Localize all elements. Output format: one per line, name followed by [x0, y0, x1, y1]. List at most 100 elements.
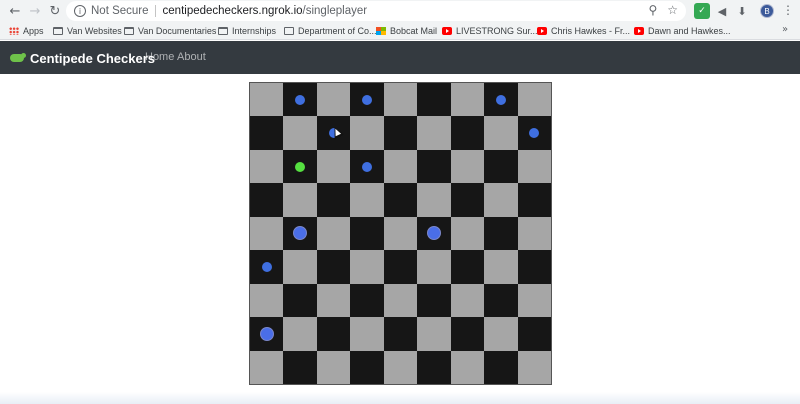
board-square[interactable] — [316, 116, 351, 150]
board-square[interactable] — [417, 116, 451, 150]
board-square[interactable] — [450, 183, 485, 217]
board-square[interactable] — [350, 250, 384, 284]
board-square[interactable] — [417, 216, 451, 251]
board-square[interactable] — [383, 216, 418, 251]
board-square[interactable] — [316, 216, 351, 251]
board-square[interactable] — [383, 116, 418, 150]
board-square[interactable] — [250, 350, 284, 384]
board-square[interactable] — [316, 250, 351, 284]
board-square[interactable] — [417, 183, 451, 217]
checker-piece[interactable] — [426, 226, 441, 241]
shield-extension-icon[interactable]: ✓ — [694, 3, 710, 19]
board-square[interactable] — [450, 216, 485, 251]
megaphone-extension-icon[interactable]: ◀ — [714, 3, 730, 19]
board-square[interactable] — [283, 183, 317, 217]
board-square[interactable] — [250, 83, 284, 117]
board-square[interactable] — [517, 350, 551, 384]
board-square[interactable] — [484, 216, 518, 251]
board-square[interactable] — [383, 183, 418, 217]
checker-piece[interactable] — [328, 128, 339, 139]
board-square[interactable] — [383, 149, 418, 184]
board-square[interactable] — [316, 183, 351, 217]
reload-icon[interactable]: ↻ — [46, 2, 64, 20]
board-square[interactable] — [450, 83, 485, 117]
board-square[interactable] — [283, 350, 317, 384]
forward-arrow-icon[interactable]: → — [26, 2, 44, 20]
bookmarks-overflow-icon[interactable]: » — [782, 24, 788, 35]
board-square[interactable] — [417, 250, 451, 284]
board-square[interactable] — [517, 250, 551, 284]
profile-avatar[interactable]: B — [760, 4, 774, 18]
board-square[interactable] — [450, 149, 485, 184]
board-square[interactable] — [383, 83, 418, 117]
checker-piece[interactable] — [362, 94, 373, 105]
board-square[interactable] — [316, 283, 351, 318]
board-square[interactable] — [383, 283, 418, 318]
board-square[interactable] — [484, 183, 518, 217]
menu-kebab-icon[interactable]: ⋮ — [782, 3, 794, 17]
address-bar[interactable]: i Not Secure centipedecheckers.ngrok.io … — [66, 1, 686, 21]
board-square[interactable] — [517, 83, 551, 117]
bookmark-item[interactable]: Van Websites — [53, 24, 122, 38]
board-square[interactable] — [250, 149, 284, 184]
checker-piece[interactable] — [295, 94, 306, 105]
board-square[interactable] — [484, 317, 518, 351]
board-square[interactable] — [517, 183, 551, 217]
nav-link-about[interactable]: About — [177, 51, 206, 63]
bookmark-item[interactable]: Bobcat Mail — [376, 24, 437, 38]
board-square[interactable] — [450, 283, 485, 318]
info-icon[interactable]: i — [74, 5, 86, 17]
brand-link[interactable]: Centipede Checkers — [10, 48, 155, 68]
checker-piece[interactable] — [529, 128, 540, 139]
board-square[interactable] — [450, 350, 485, 384]
nav-link-home[interactable]: Home — [145, 51, 174, 63]
board-square[interactable] — [250, 116, 284, 150]
board-square[interactable] — [417, 283, 451, 318]
board-square[interactable] — [417, 350, 451, 384]
board-square[interactable] — [417, 83, 451, 117]
board-square[interactable] — [350, 350, 384, 384]
bookmark-item[interactable]: Internships — [218, 24, 276, 38]
board-square[interactable] — [283, 317, 317, 351]
board-square[interactable] — [450, 317, 485, 351]
board-square[interactable] — [484, 250, 518, 284]
bookmark-item[interactable]: Dawn and Hawkes... — [634, 24, 731, 38]
back-arrow-icon[interactable]: ← — [6, 2, 24, 20]
board-square[interactable] — [250, 216, 284, 251]
board-square[interactable] — [316, 149, 351, 184]
board-square[interactable] — [350, 116, 384, 150]
board-square[interactable] — [283, 250, 317, 284]
board-square[interactable] — [417, 317, 451, 351]
board-square[interactable] — [383, 250, 418, 284]
board-square[interactable] — [484, 350, 518, 384]
board-square[interactable] — [350, 183, 384, 217]
board-square[interactable] — [350, 317, 384, 351]
checker-piece[interactable] — [293, 226, 308, 241]
bookmark-item[interactable]: LIVESTRONG Sur... — [442, 24, 538, 38]
board-square[interactable] — [283, 83, 317, 117]
board-square[interactable] — [250, 250, 284, 284]
board-square[interactable] — [316, 350, 351, 384]
board-square[interactable] — [517, 283, 551, 318]
board-square[interactable] — [517, 216, 551, 251]
board-square[interactable] — [250, 317, 284, 351]
board-square[interactable] — [350, 216, 384, 251]
board-square[interactable] — [316, 317, 351, 351]
board-square[interactable] — [417, 149, 451, 184]
board-square[interactable] — [450, 116, 485, 150]
board-square[interactable] — [316, 83, 351, 117]
checker-piece[interactable] — [362, 161, 373, 172]
bookmark-item[interactable]: Department of Co... — [284, 24, 377, 38]
bookmark-item[interactable]: Van Documentaries — [124, 24, 216, 38]
board-square[interactable] — [517, 149, 551, 184]
download-extension-icon[interactable]: ⬇ — [734, 3, 750, 19]
board-square[interactable] — [283, 216, 317, 251]
board-square[interactable] — [484, 149, 518, 184]
board-square[interactable] — [517, 317, 551, 351]
board-square[interactable] — [484, 83, 518, 117]
board-square[interactable] — [250, 183, 284, 217]
board-square[interactable] — [383, 350, 418, 384]
checker-piece[interactable] — [259, 326, 274, 341]
board-square[interactable] — [450, 250, 485, 284]
board-square[interactable] — [484, 283, 518, 318]
